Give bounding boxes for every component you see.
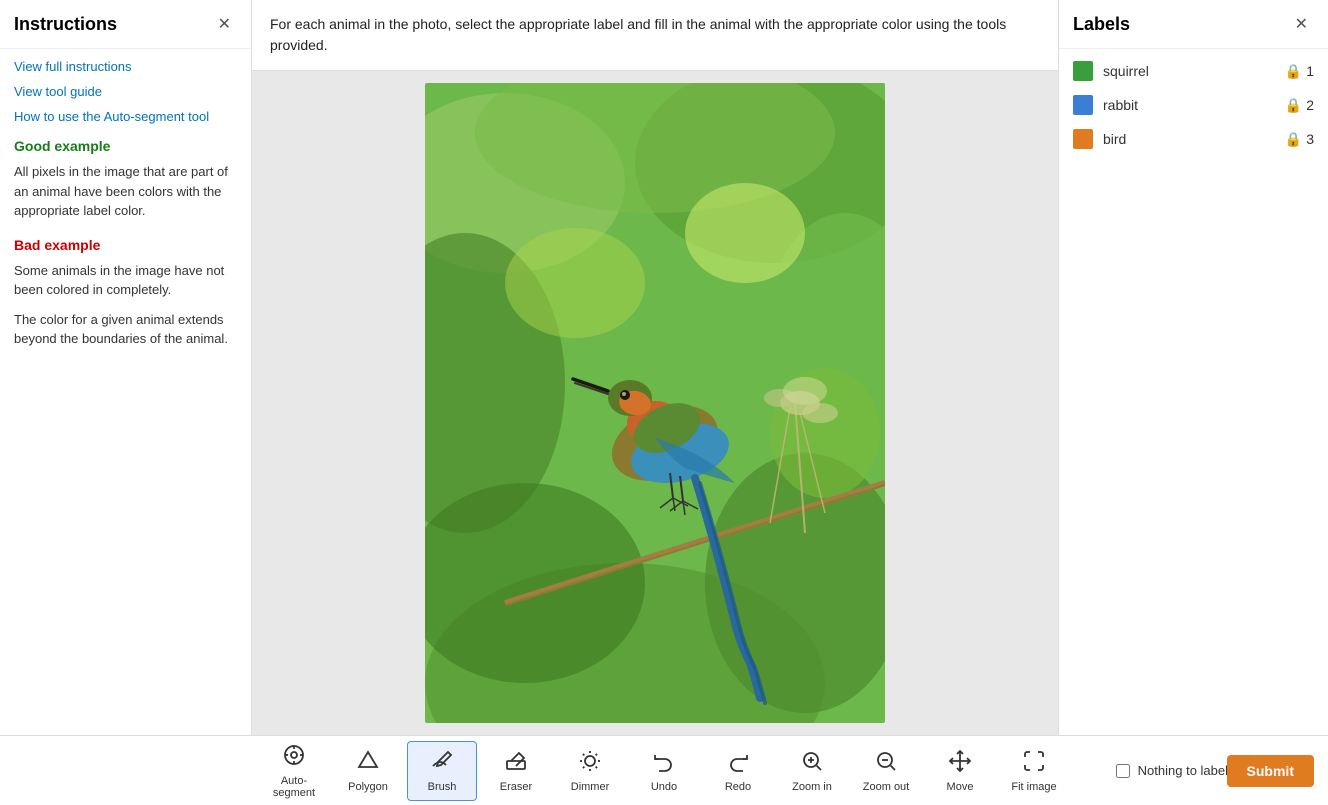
zoom-in-tool-label: Zoom in — [792, 781, 832, 793]
label-name-rabbit: rabbit — [1103, 97, 1285, 113]
label-color-squirrel — [1073, 61, 1093, 81]
instructions-title: Instructions — [14, 14, 117, 35]
brush-tool[interactable]: Brush — [407, 741, 477, 801]
undo-tool-label: Undo — [651, 781, 677, 793]
close-labels-button[interactable]: ✕ — [1289, 12, 1314, 36]
label-item-squirrel[interactable]: squirrel 🔒 1 — [1073, 61, 1314, 81]
label-name-bird: bird — [1103, 131, 1285, 147]
good-example-text: All pixels in the image that are part of… — [14, 162, 237, 221]
label-name-squirrel: squirrel — [1103, 63, 1285, 79]
bad-example-text1: Some animals in the image have not been … — [14, 261, 237, 300]
center-area: For each animal in the photo, select the… — [252, 0, 1058, 735]
labels-list: squirrel 🔒 1 rabbit 🔒 2 bird 🔒 3 — [1059, 49, 1328, 175]
close-instructions-button[interactable]: ✕ — [212, 12, 237, 36]
polygon-tool-label: Polygon — [348, 781, 388, 793]
auto-segment-tool-label: Auto-segment — [263, 775, 325, 799]
label-color-rabbit — [1073, 95, 1093, 115]
labels-header: Labels ✕ — [1059, 0, 1328, 49]
dimmer-tool[interactable]: Dimmer — [555, 741, 625, 801]
canvas-area[interactable] — [252, 71, 1058, 735]
instructions-body: View full instructions View tool guide H… — [0, 49, 251, 369]
image-canvas[interactable] — [425, 83, 885, 723]
polygon-tool[interactable]: Polygon — [333, 741, 403, 801]
label-number-bird: 3 — [1306, 131, 1314, 147]
fit-image-tool-icon — [1022, 749, 1046, 777]
labels-title: Labels — [1073, 14, 1130, 35]
lock-icon-bird: 🔒 — [1285, 131, 1302, 148]
label-color-bird — [1073, 129, 1093, 149]
instruction-text: For each animal in the photo, select the… — [270, 16, 1006, 53]
zoom-in-tool-icon — [800, 749, 824, 777]
undo-tool-icon — [652, 749, 676, 777]
dimmer-tool-label: Dimmer — [571, 781, 610, 793]
dimmer-tool-icon — [578, 749, 602, 777]
bad-example-text2: The color for a given animal extends bey… — [14, 310, 237, 349]
move-tool[interactable]: Move — [925, 741, 995, 801]
nothing-to-label-text: Nothing to label — [1138, 763, 1228, 778]
redo-tool-icon — [726, 749, 750, 777]
eraser-tool[interactable]: Eraser — [481, 741, 551, 801]
undo-tool[interactable]: Undo — [629, 741, 699, 801]
redo-tool-label: Redo — [725, 781, 751, 793]
bottom-toolbar: Auto-segment Polygon Brush Eraser Dimmer… — [0, 735, 1328, 805]
nothing-to-label-checkbox[interactable] — [1116, 764, 1130, 778]
auto-segment-guide-link[interactable]: How to use the Auto-segment tool — [14, 109, 237, 124]
brush-tool-icon — [430, 749, 454, 777]
move-tool-icon — [948, 749, 972, 777]
polygon-tool-icon — [356, 749, 380, 777]
submit-button[interactable]: Submit — [1227, 755, 1314, 787]
brush-tool-label: Brush — [428, 781, 457, 793]
view-full-instructions-link[interactable]: View full instructions — [14, 59, 237, 74]
instructions-panel: Instructions ✕ View full instructions Vi… — [0, 0, 252, 735]
fit-image-tool[interactable]: Fit image — [999, 741, 1069, 801]
bad-example-title: Bad example — [14, 237, 237, 253]
zoom-out-tool-icon — [874, 749, 898, 777]
zoom-out-tool[interactable]: Zoom out — [851, 741, 921, 801]
bird-svg — [425, 83, 885, 723]
tools-container: Auto-segment Polygon Brush Eraser Dimmer… — [259, 741, 1069, 801]
zoom-in-tool[interactable]: Zoom in — [777, 741, 847, 801]
auto-segment-tool[interactable]: Auto-segment — [259, 741, 329, 801]
auto-segment-tool-icon — [282, 743, 306, 771]
eraser-tool-label: Eraser — [500, 781, 532, 793]
instruction-bar: For each animal in the photo, select the… — [252, 0, 1058, 71]
view-tool-guide-link[interactable]: View tool guide — [14, 84, 237, 99]
lock-icon-rabbit: 🔒 — [1285, 97, 1302, 114]
good-example-title: Good example — [14, 138, 237, 154]
label-item-rabbit[interactable]: rabbit 🔒 2 — [1073, 95, 1314, 115]
nothing-to-label-area: Nothing to label — [1116, 763, 1228, 778]
label-item-bird[interactable]: bird 🔒 3 — [1073, 129, 1314, 149]
label-number-squirrel: 1 — [1306, 63, 1314, 79]
fit-image-tool-label: Fit image — [1011, 781, 1056, 793]
lock-icon-squirrel: 🔒 — [1285, 63, 1302, 80]
zoom-out-tool-label: Zoom out — [863, 781, 909, 793]
eraser-tool-icon — [504, 749, 528, 777]
move-tool-label: Move — [947, 781, 974, 793]
labels-panel: Labels ✕ squirrel 🔒 1 rabbit 🔒 2 bird 🔒 … — [1058, 0, 1328, 735]
instructions-header: Instructions ✕ — [0, 0, 251, 49]
redo-tool[interactable]: Redo — [703, 741, 773, 801]
label-number-rabbit: 2 — [1306, 97, 1314, 113]
